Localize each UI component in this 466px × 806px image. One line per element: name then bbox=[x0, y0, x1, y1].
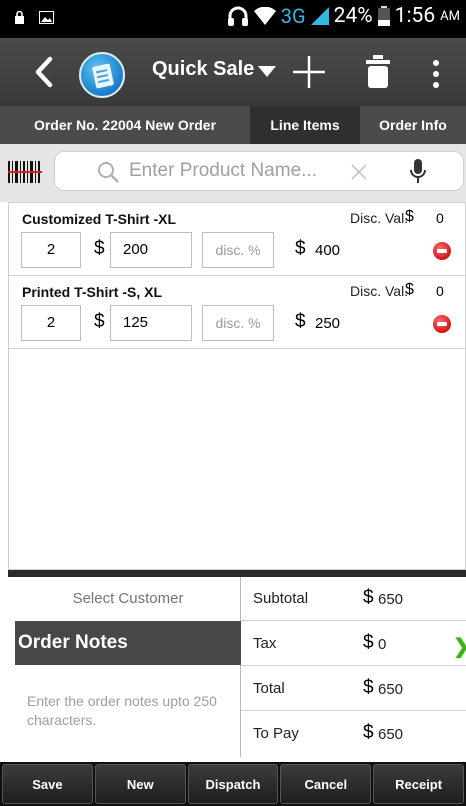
price-field[interactable]: 200 bbox=[110, 232, 192, 268]
search-row: Enter Product Name... bbox=[0, 144, 466, 202]
currency-symbol: $ bbox=[363, 677, 374, 698]
currency-symbol: $ bbox=[363, 722, 374, 743]
tab-order-info[interactable]: Order Info bbox=[360, 106, 466, 144]
currency-symbol: $ bbox=[94, 238, 105, 259]
subtotal-row: Subtotal $ 650 bbox=[241, 577, 466, 621]
action-bar: Quick Sale bbox=[0, 38, 466, 106]
disc-val-value[interactable]: 0 bbox=[436, 283, 444, 299]
item-name: Customized T-Shirt -XL bbox=[22, 211, 176, 227]
plus-icon[interactable] bbox=[291, 54, 327, 90]
clock: 1:56 bbox=[394, 4, 436, 28]
quantity-field[interactable]: 2 bbox=[21, 305, 81, 341]
tax-value: 0 bbox=[378, 636, 387, 653]
total-value: 650 bbox=[378, 681, 404, 698]
currency-symbol: $ bbox=[295, 238, 306, 259]
search-input[interactable]: Enter Product Name... bbox=[54, 151, 464, 191]
barcode-icon[interactable] bbox=[8, 161, 42, 183]
tax-row[interactable]: Tax $ 0 ❯ bbox=[241, 622, 466, 666]
line-item: Customized T-Shirt -XL Disc. Val. $ 0 2 … bbox=[9, 203, 465, 276]
line-item: Printed T-Shirt -S, XL Disc. Val. $ 0 2 … bbox=[9, 276, 465, 349]
footer-toolbar: Save New Dispatch Cancel Receipt bbox=[0, 762, 466, 806]
microphone-icon[interactable] bbox=[409, 159, 427, 185]
signal-icon bbox=[310, 7, 329, 25]
app-logo[interactable] bbox=[79, 52, 125, 98]
lock-icon bbox=[15, 10, 24, 24]
tax-label: Tax bbox=[253, 635, 277, 652]
select-customer-button[interactable]: Select Customer bbox=[15, 577, 241, 621]
currency-symbol: $ bbox=[363, 632, 374, 653]
cancel-button[interactable]: Cancel bbox=[280, 764, 372, 804]
currency-symbol: $ bbox=[363, 587, 374, 608]
status-bar: 3G 24% 1:56 AM bbox=[0, 0, 466, 38]
dispatch-button[interactable]: Dispatch bbox=[187, 764, 279, 804]
to-pay-row: To Pay $ 650 bbox=[241, 712, 466, 756]
search-placeholder: Enter Product Name... bbox=[129, 160, 317, 181]
currency-symbol: $ bbox=[405, 208, 414, 225]
divider bbox=[8, 570, 466, 577]
receipt-button[interactable]: Receipt bbox=[373, 764, 464, 804]
battery-icon bbox=[377, 6, 390, 26]
clear-icon[interactable] bbox=[349, 162, 369, 182]
wifi-icon bbox=[253, 7, 276, 25]
save-button[interactable]: Save bbox=[2, 764, 93, 804]
currency-symbol: $ bbox=[94, 311, 105, 332]
disc-val-value[interactable]: 0 bbox=[436, 210, 444, 226]
line-total: 250 bbox=[315, 315, 341, 332]
clock-ampm: AM bbox=[440, 8, 460, 24]
page-title[interactable]: Quick Sale bbox=[152, 58, 254, 81]
gallery-icon bbox=[39, 11, 54, 24]
tab-line-items[interactable]: Line Items bbox=[250, 106, 360, 144]
order-notes-header: Order Notes bbox=[15, 621, 241, 665]
disc-val-label: Disc. Val. bbox=[350, 210, 409, 226]
subtotal-label: Subtotal bbox=[253, 590, 309, 607]
total-label: Total bbox=[253, 680, 285, 697]
overflow-menu-icon[interactable] bbox=[432, 60, 440, 88]
back-icon[interactable] bbox=[28, 53, 64, 91]
discount-percent-field[interactable]: disc. % bbox=[202, 232, 274, 268]
headphones-icon bbox=[227, 6, 248, 26]
remove-icon[interactable] bbox=[433, 242, 451, 260]
battery-percent: 24% bbox=[333, 4, 373, 28]
price-field[interactable]: 125 bbox=[110, 305, 192, 341]
search-icon bbox=[98, 162, 119, 183]
dropdown-caret-icon[interactable] bbox=[258, 66, 276, 77]
to-pay-value: 650 bbox=[378, 726, 404, 743]
remove-icon[interactable] bbox=[433, 315, 451, 333]
order-summary: Subtotal $ 650 Tax $ 0 ❯ Total $ 650 To … bbox=[241, 577, 466, 757]
total-row: Total $ 650 bbox=[241, 667, 466, 711]
trash-icon[interactable] bbox=[364, 54, 392, 90]
line-total: 400 bbox=[315, 242, 341, 259]
currency-symbol: $ bbox=[295, 311, 306, 332]
disc-val-label: Disc. Val. bbox=[350, 283, 409, 299]
quantity-field[interactable]: 2 bbox=[21, 232, 81, 268]
network-type: 3G bbox=[280, 4, 306, 28]
line-items-list: Customized T-Shirt -XL Disc. Val. $ 0 2 … bbox=[8, 202, 466, 570]
chevron-right-icon[interactable]: ❯ bbox=[453, 634, 466, 659]
order-notes-input[interactable]: Enter the order notes upto 250 character… bbox=[27, 692, 241, 730]
customer-notes-panel: Select Customer Order Notes Enter the or… bbox=[15, 577, 241, 757]
tab-order[interactable]: Order No. 22004 New Order bbox=[0, 106, 250, 144]
to-pay-label: To Pay bbox=[253, 725, 299, 742]
tab-bar: Order No. 22004 New Order Line Items Ord… bbox=[0, 106, 466, 144]
subtotal-value: 650 bbox=[378, 591, 404, 608]
discount-percent-field[interactable]: disc. % bbox=[202, 305, 274, 341]
new-button[interactable]: New bbox=[94, 764, 186, 804]
item-name: Printed T-Shirt -S, XL bbox=[22, 284, 163, 300]
currency-symbol: $ bbox=[405, 281, 414, 298]
